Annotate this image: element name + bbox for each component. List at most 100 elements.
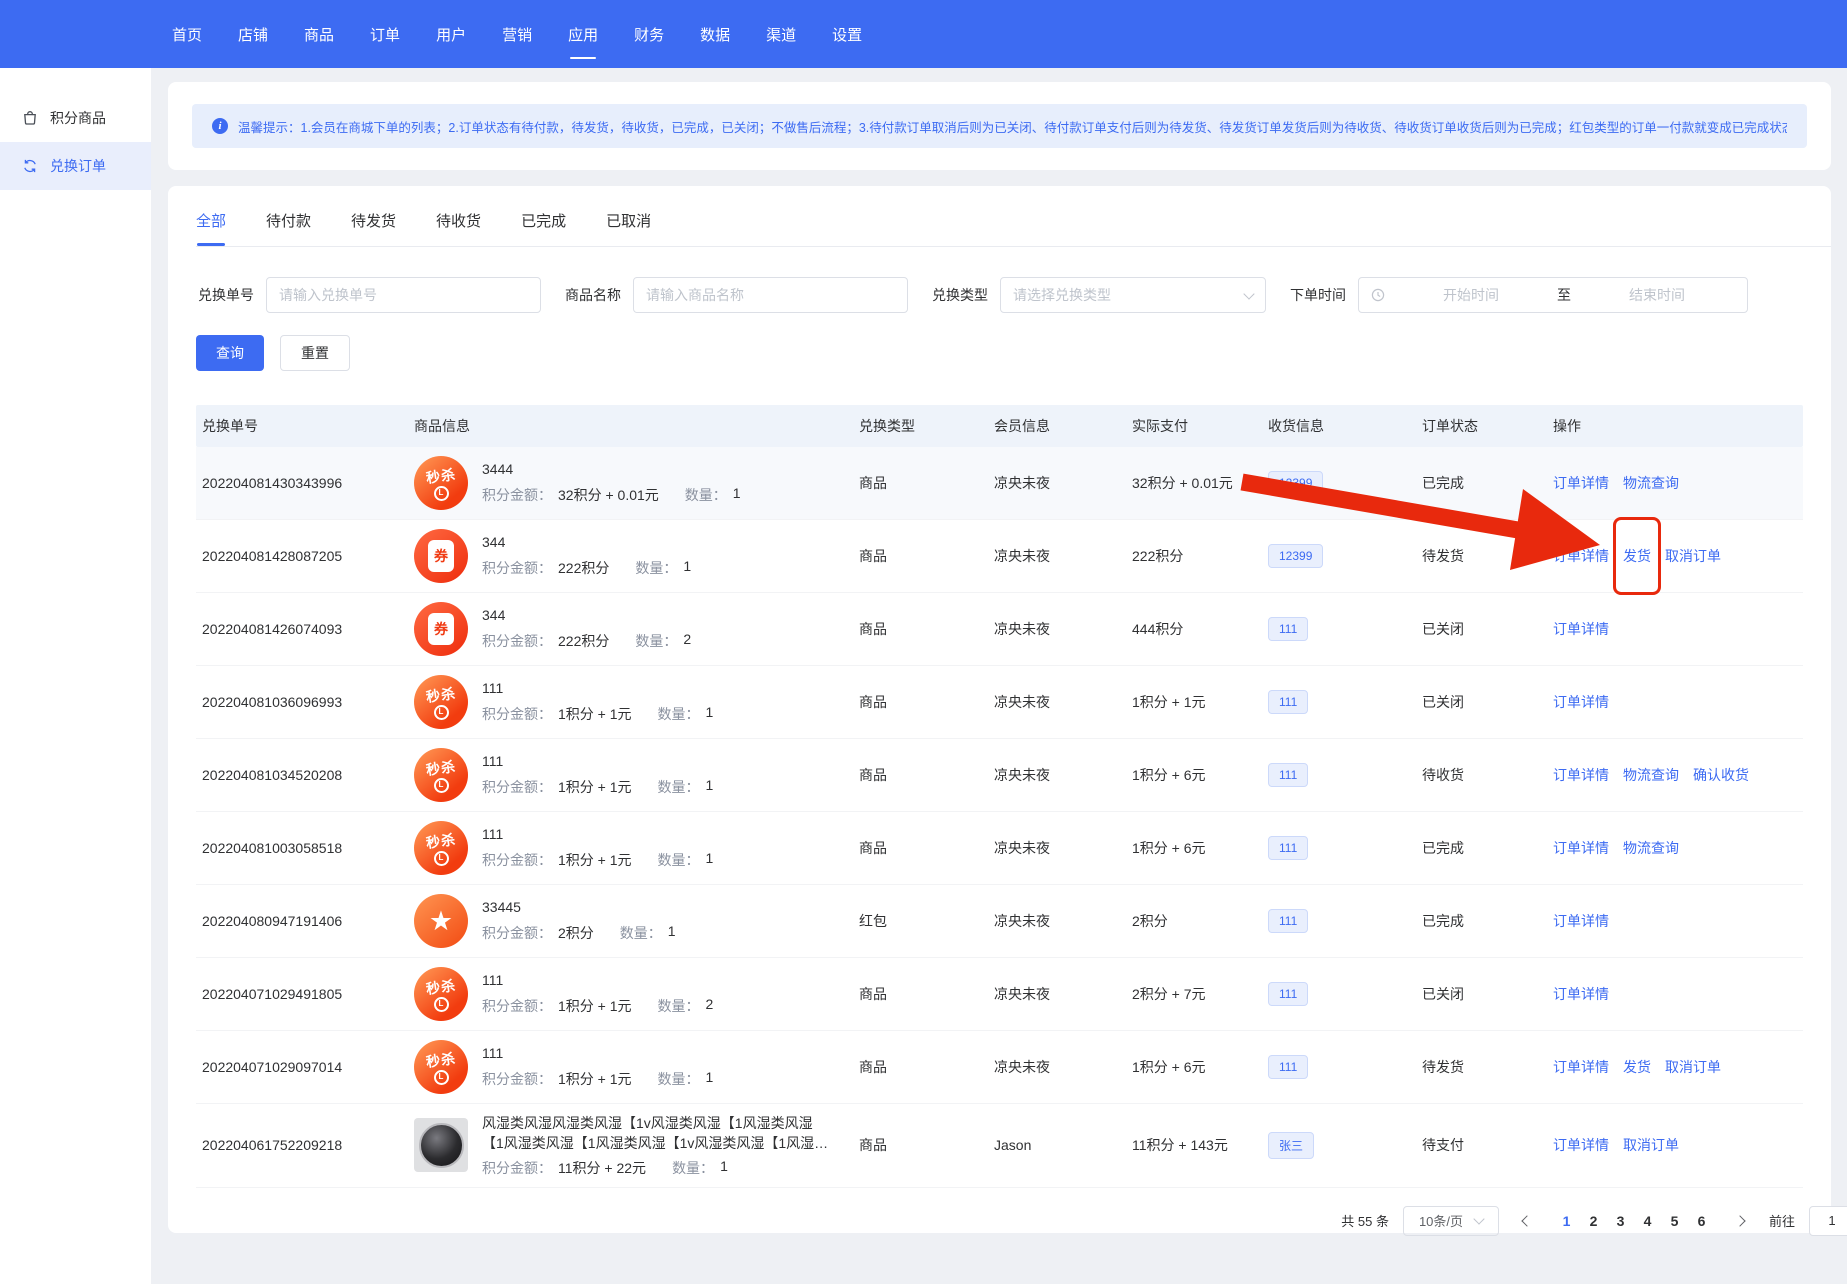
nav-item[interactable]: 首页 — [172, 0, 202, 68]
product-amount-line: 积分金额：11积分 + 22元数量：1 — [482, 1158, 834, 1178]
tab[interactable]: 已完成 — [521, 210, 566, 246]
seckill-product-icon: 秒杀L — [414, 456, 468, 510]
quantity-label: 数量： — [635, 631, 677, 651]
goto-page-input[interactable] — [1809, 1206, 1847, 1236]
quantity-label: 数量： — [658, 1069, 700, 1089]
action-link[interactable]: 订单详情 — [1553, 984, 1609, 1004]
action-link[interactable]: 订单详情 — [1553, 1057, 1609, 1077]
order-no-input[interactable] — [266, 277, 541, 313]
date-range-picker[interactable]: 开始时间 至 结束时间 — [1358, 277, 1748, 313]
action-link[interactable]: 发货 — [1623, 1057, 1651, 1077]
page-number[interactable]: 5 — [1661, 1207, 1688, 1234]
seckill-text: 秒杀 — [425, 977, 457, 995]
order-no-cell: 202204071029491805 — [196, 977, 408, 1011]
coupon-text: 券 — [428, 540, 454, 572]
page-number[interactable]: 3 — [1607, 1207, 1634, 1234]
search-button[interactable]: 查询 — [196, 335, 264, 371]
clock-hand: L — [439, 708, 444, 716]
nav-item[interactable]: 营销 — [502, 0, 532, 68]
tab[interactable]: 全部 — [196, 210, 226, 246]
nav-item[interactable]: 设置 — [832, 0, 862, 68]
action-link[interactable]: 取消订单 — [1623, 1135, 1679, 1155]
prev-page-button[interactable] — [1513, 1208, 1539, 1234]
exchange-type-cell: 商品 — [853, 610, 988, 648]
nav-item[interactable]: 渠道 — [766, 0, 796, 68]
tab[interactable]: 已取消 — [606, 210, 651, 246]
product-amount-line: 积分金额：222积分数量：1 — [482, 558, 691, 578]
nav-item[interactable]: 数据 — [700, 0, 730, 68]
alert-card: i 温馨提示：1.会员在商城下单的列表；2.订单状态有待付款，待发货，待收货，已… — [168, 82, 1831, 170]
product-amount-line: 积分金额：1积分 + 1元数量：1 — [482, 850, 713, 870]
action-link[interactable]: 订单详情 — [1553, 692, 1609, 712]
action-link[interactable]: 订单详情 — [1553, 473, 1609, 493]
page-size-select[interactable]: 10条/页 — [1403, 1206, 1499, 1236]
nav-item[interactable]: 应用 — [568, 0, 598, 68]
action-link[interactable]: 发货 — [1623, 546, 1651, 566]
nav-item[interactable]: 用户 — [436, 0, 466, 68]
reset-button[interactable]: 重置 — [280, 335, 350, 371]
exchange-type-cell: 红包 — [853, 902, 988, 940]
page-number[interactable]: 2 — [1580, 1207, 1607, 1234]
page-number[interactable]: 1 — [1553, 1207, 1580, 1234]
action-link[interactable]: 取消订单 — [1665, 1057, 1721, 1077]
receiver-cell: 111 — [1262, 827, 1416, 869]
receiver-cell: 张三 — [1262, 1123, 1416, 1168]
clock-hand: L — [439, 1000, 444, 1008]
quantity: 数量：1 — [635, 558, 691, 578]
action-link[interactable]: 取消订单 — [1665, 546, 1721, 566]
product-name-input[interactable] — [633, 277, 908, 313]
alarm-clock-icon: L — [434, 1070, 449, 1085]
nav-item[interactable]: 订单 — [370, 0, 400, 68]
quantity: 数量：1 — [672, 1158, 728, 1178]
quantity-label: 数量： — [620, 923, 662, 943]
actual-pay-cell: 1积分 + 6元 — [1126, 756, 1262, 794]
actions-cell: 订单详情发货取消订单 — [1547, 1048, 1803, 1086]
pagination: 共 55 条 10条/页 123456 前往 — [196, 1206, 1847, 1236]
date-range-to: 至 — [1557, 285, 1571, 305]
action-link[interactable]: 物流查询 — [1623, 473, 1679, 493]
sidebar-item-points-goods[interactable]: 积分商品 — [0, 94, 151, 142]
table-row: 202204071029491805秒杀L111积分金额：1积分 + 1元数量：… — [196, 958, 1803, 1031]
action-link[interactable]: 订单详情 — [1553, 619, 1609, 639]
action-link[interactable]: 订单详情 — [1553, 546, 1609, 566]
product-name: 111 — [482, 1045, 713, 1061]
action-link[interactable]: 确认收货 — [1693, 765, 1749, 785]
action-link[interactable]: 订单详情 — [1553, 765, 1609, 785]
action-link[interactable]: 订单详情 — [1553, 911, 1609, 931]
tab[interactable]: 待付款 — [266, 210, 311, 246]
table-header: 兑换单号 商品信息 兑换类型 会员信息 实际支付 收货信息 订单状态 操作 — [196, 405, 1803, 447]
points-amount: 积分金额：1积分 + 1元 — [482, 1069, 632, 1089]
page-number[interactable]: 6 — [1688, 1207, 1715, 1234]
action-link[interactable]: 订单详情 — [1553, 838, 1609, 858]
sidebar-item-label: 积分商品 — [50, 108, 106, 128]
nav-item[interactable]: 财务 — [634, 0, 664, 68]
actions-cell: 订单详情物流查询 — [1547, 829, 1803, 867]
coupon-product-icon: 券 — [414, 529, 468, 583]
action-link[interactable]: 物流查询 — [1623, 765, 1679, 785]
next-page-button[interactable] — [1729, 1208, 1755, 1234]
tab[interactable]: 待收货 — [436, 210, 481, 246]
actions-cell: 订单详情取消订单 — [1547, 1126, 1803, 1164]
tab[interactable]: 待发货 — [351, 210, 396, 246]
quantity: 数量：1 — [685, 485, 741, 505]
product-amount-line: 积分金额：1积分 + 1元数量：2 — [482, 996, 713, 1016]
sidebar-item-exchange-orders[interactable]: 兑换订单 — [0, 142, 151, 190]
member-cell: 凉央未夜 — [988, 464, 1126, 502]
page-number[interactable]: 4 — [1634, 1207, 1661, 1234]
clock-hand: L — [439, 854, 444, 862]
action-link[interactable]: 物流查询 — [1623, 838, 1679, 858]
actual-pay-cell: 1积分 + 6元 — [1126, 1048, 1262, 1086]
nav-item[interactable]: 商品 — [304, 0, 334, 68]
product-info-cell: 秒杀L111积分金额：1积分 + 1元数量：1 — [408, 666, 853, 738]
exchange-type-select[interactable]: 请选择兑换类型 — [1000, 277, 1266, 313]
nav-item[interactable]: 店铺 — [238, 0, 268, 68]
order-no-cell: 202204081426074093 — [196, 612, 408, 646]
alert-text: 温馨提示：1.会员在商城下单的列表；2.订单状态有待付款，待发货，待收货，已完成… — [238, 117, 1787, 136]
seckill-text: 秒杀 — [425, 758, 457, 776]
member-cell: 凉央未夜 — [988, 683, 1126, 721]
exchange-type-cell: 商品 — [853, 1048, 988, 1086]
table-row: 202204081430343996秒杀L3444积分金额：32积分 + 0.0… — [196, 447, 1803, 520]
action-link[interactable]: 订单详情 — [1553, 1135, 1609, 1155]
product-meta: 344积分金额：222积分数量：2 — [482, 607, 691, 651]
exchange-type-placeholder: 请选择兑换类型 — [1013, 285, 1111, 305]
